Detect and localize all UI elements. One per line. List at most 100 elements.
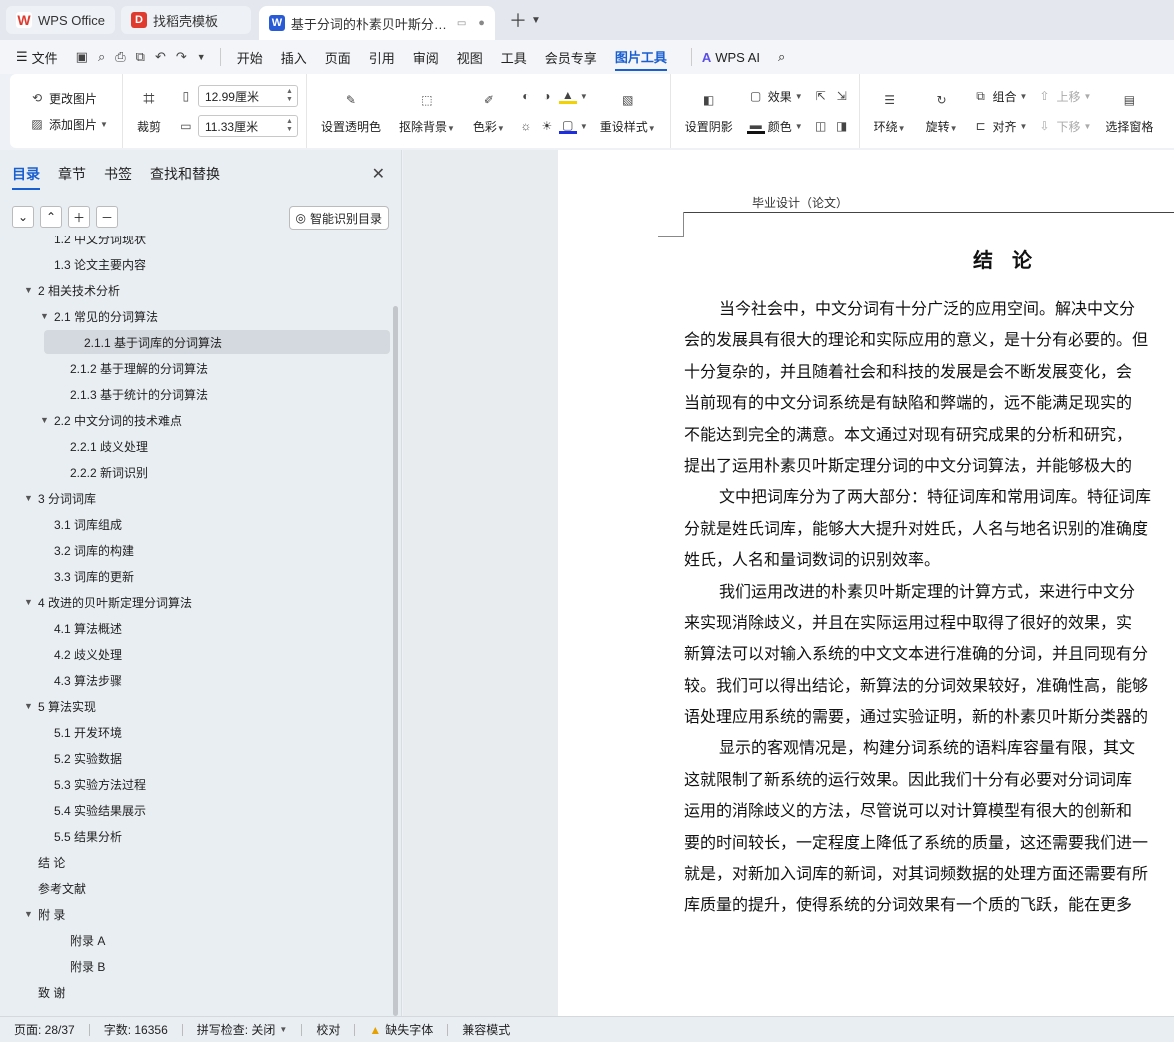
expand-triangle-icon[interactable]: ▼ (24, 285, 38, 295)
more-chevron-icon[interactable]: ▼ (197, 52, 206, 62)
move-up-button[interactable]: ⇧ 上移 ▼ (1035, 87, 1091, 105)
crop-button[interactable]: ⌗ 裁剪 (131, 88, 167, 135)
shadow-right-icon[interactable]: ◨ (833, 117, 851, 135)
line-color-icon[interactable]: ▢ (558, 118, 577, 134)
proofread-button[interactable]: 校对 (316, 1021, 340, 1038)
toc-item[interactable]: ▼ 2 相关技术分析 (24, 278, 120, 302)
toc-item[interactable]: 2.1.1 基于词库的分词算法 (44, 330, 390, 354)
fill-color-icon[interactable]: ▲ (558, 88, 577, 104)
group-button[interactable]: ⧉ 组合 ▼ (972, 87, 1027, 105)
document-body[interactable]: 当今社会中，中文分词有十分广泛的应用空间。解决中文分 会的发展具有很大的理论和实际… (684, 294, 1174, 922)
tab-modified-dot-icon[interactable]: ● (478, 17, 485, 29)
menu-item-review[interactable]: 审阅 (413, 48, 439, 67)
toc-item[interactable]: 1.2 中文分词现状 (40, 236, 146, 250)
change-image-button[interactable]: ⟲ 更改图片 (28, 89, 108, 107)
toc-item[interactable]: 5.2 实验数据 (40, 746, 122, 770)
toc-item[interactable]: 5.5 结果分析 (40, 824, 122, 848)
toc-item[interactable]: 3.3 词库的更新 (40, 564, 134, 588)
menu-item-tools[interactable]: 工具 (501, 48, 527, 67)
shadow-left-icon[interactable]: ◫ (812, 117, 830, 135)
toc-item[interactable]: 4.2 歧义处理 (40, 642, 122, 666)
share-icon[interactable]: ⌕ (98, 49, 105, 65)
toc-item[interactable]: 结 论 (24, 850, 65, 874)
align-button[interactable]: ⊏ 对齐 ▼ (972, 117, 1028, 135)
toc-item[interactable]: 2.2.1 歧义处理 (56, 434, 148, 458)
save-icon[interactable]: ▣ (76, 49, 88, 65)
height-input[interactable]: 11.33厘米 ▲ ▼ (197, 115, 298, 137)
undo-icon[interactable]: ↶ (155, 49, 166, 65)
rotate-button[interactable]: ↻ 旋转▼ (920, 88, 964, 135)
expand-triangle-icon[interactable]: ▼ (24, 909, 38, 919)
tab-list-chevron-icon[interactable]: ▼ (531, 15, 541, 26)
toc-item[interactable]: 附录 B (56, 954, 105, 978)
menu-item-page[interactable]: 页面 (325, 48, 351, 67)
effect-button[interactable]: ▢ 效果 ▼ ⇱ ⇲ (747, 87, 851, 105)
menu-item-insert[interactable]: 插入 (281, 48, 307, 67)
tab-wps-office[interactable]: W WPS Office (6, 6, 115, 34)
expand-triangle-icon[interactable]: ▼ (24, 701, 38, 711)
menu-item-home[interactable]: 开始 (237, 48, 263, 67)
reset-style-button[interactable]: ▧ 重设样式▼ (594, 88, 662, 135)
missing-font-button[interactable]: ▲ 缺失字体 (369, 1021, 433, 1038)
tab-templates[interactable]: D 找稻壳模板 (120, 6, 251, 34)
wps-ai-button[interactable]: A WPS AI (702, 50, 760, 65)
toc-item[interactable]: ▼ 2.2 中文分词的技术难点 (40, 408, 182, 432)
search-icon[interactable]: ⌕ (778, 49, 785, 65)
tab-find-replace[interactable]: 查找和替换 (150, 164, 220, 190)
toc-item[interactable]: 2.1.3 基于统计的分词算法 (56, 382, 208, 406)
menu-item-view[interactable]: 视图 (457, 48, 483, 67)
plus-icon[interactable]: ＋ (68, 206, 90, 228)
sun-decrease-icon[interactable]: ☀ (538, 117, 556, 135)
toc-item[interactable]: 5.1 开发环境 (40, 720, 122, 744)
chevron-up-icon[interactable]: ⌃ (40, 206, 62, 228)
toc-item[interactable]: 2.1.2 基于理解的分词算法 (56, 356, 208, 380)
selection-pane-button[interactable]: ▤ 选择窗格 (1099, 88, 1159, 135)
stepper-icon[interactable]: ▲ ▼ (286, 118, 293, 134)
toc-item[interactable]: 参考文献 (24, 876, 86, 900)
menu-item-references[interactable]: 引用 (369, 48, 395, 67)
print-preview-icon[interactable]: ⧉ (136, 49, 145, 65)
color-effect-button[interactable]: ✐ 色彩▼ (467, 88, 511, 135)
file-menu[interactable]: ☰ 文件 (16, 48, 58, 67)
document-page[interactable]: 毕业设计（论文） 结 论 当今社会中，中文分词有十分广泛的应用空间。解决中文分会… (558, 150, 1174, 1016)
tab-bookmarks[interactable]: 书签 (104, 164, 132, 190)
toc-item[interactable]: ▼ 4 改进的贝叶斯定理分词算法 (24, 590, 192, 614)
toc-item[interactable]: 2.2.2 新词识别 (56, 460, 148, 484)
smart-toc-button[interactable]: ◎ 智能识别目录 (288, 206, 389, 230)
remove-background-button[interactable]: ⬚ 抠除背景▼ (393, 88, 461, 135)
width-input[interactable]: 12.99厘米 ▲ ▼ (197, 85, 298, 107)
color-button[interactable]: ▬ 颜色 ▼ ◫ ◨ (746, 117, 851, 135)
word-count[interactable]: 字数: 16356 (104, 1021, 168, 1038)
wrap-button[interactable]: ☰ 环绕▼ (868, 88, 912, 135)
toc-item[interactable]: ▼ 附 录 (24, 902, 65, 926)
toc-item[interactable]: 5.4 实验结果展示 (40, 798, 146, 822)
expand-triangle-icon[interactable]: ▼ (24, 597, 38, 607)
set-shadow-button[interactable]: ◧ 设置阴影 (679, 88, 739, 135)
set-transparent-button[interactable]: ✎ 设置透明色 (315, 88, 387, 135)
menu-item-member[interactable]: 会员专享 (545, 48, 597, 67)
send-backward-icon[interactable]: ⇲ (833, 87, 851, 105)
sun-increase-icon[interactable]: ☼ (517, 117, 535, 135)
new-tab-plus-icon[interactable]: ＋ (509, 7, 527, 33)
chevron-down-icon[interactable]: ▼ (580, 92, 588, 101)
add-image-button[interactable]: ▨ 添加图片 ▼ (28, 115, 108, 133)
tab-document[interactable]: W 基于分词的朴素贝叶斯分类器 ▭ ● (258, 6, 495, 40)
chevron-down-icon[interactable]: ⌄ (12, 206, 34, 228)
expand-triangle-icon[interactable]: ▼ (40, 415, 54, 425)
toc-item[interactable]: ▼ 2.1 常见的分词算法 (40, 304, 158, 328)
toc-item[interactable]: 1.3 论文主要内容 (40, 252, 146, 276)
minus-icon[interactable]: － (96, 206, 118, 228)
toc-item[interactable]: 3.1 词库组成 (40, 512, 122, 536)
redo-icon[interactable]: ↷ (176, 49, 187, 65)
brightness-icon[interactable]: ◑ (538, 87, 556, 105)
toc-item[interactable]: 3.2 词库的构建 (40, 538, 134, 562)
close-icon[interactable]: ✕ (372, 164, 385, 184)
move-down-button[interactable]: ⇩ 下移 ▼ (1035, 117, 1091, 135)
bring-forward-icon[interactable]: ⇱ (812, 87, 830, 105)
stepper-icon[interactable]: ▲ ▼ (286, 88, 293, 104)
menu-item-picture-tools[interactable]: 图片工具 (614, 47, 667, 71)
contrast-icon[interactable]: ◐ (517, 87, 535, 105)
chevron-down-icon[interactable]: ▼ (580, 122, 588, 131)
expand-triangle-icon[interactable]: ▼ (24, 493, 38, 503)
toc-scrollbar[interactable] (393, 306, 398, 1016)
